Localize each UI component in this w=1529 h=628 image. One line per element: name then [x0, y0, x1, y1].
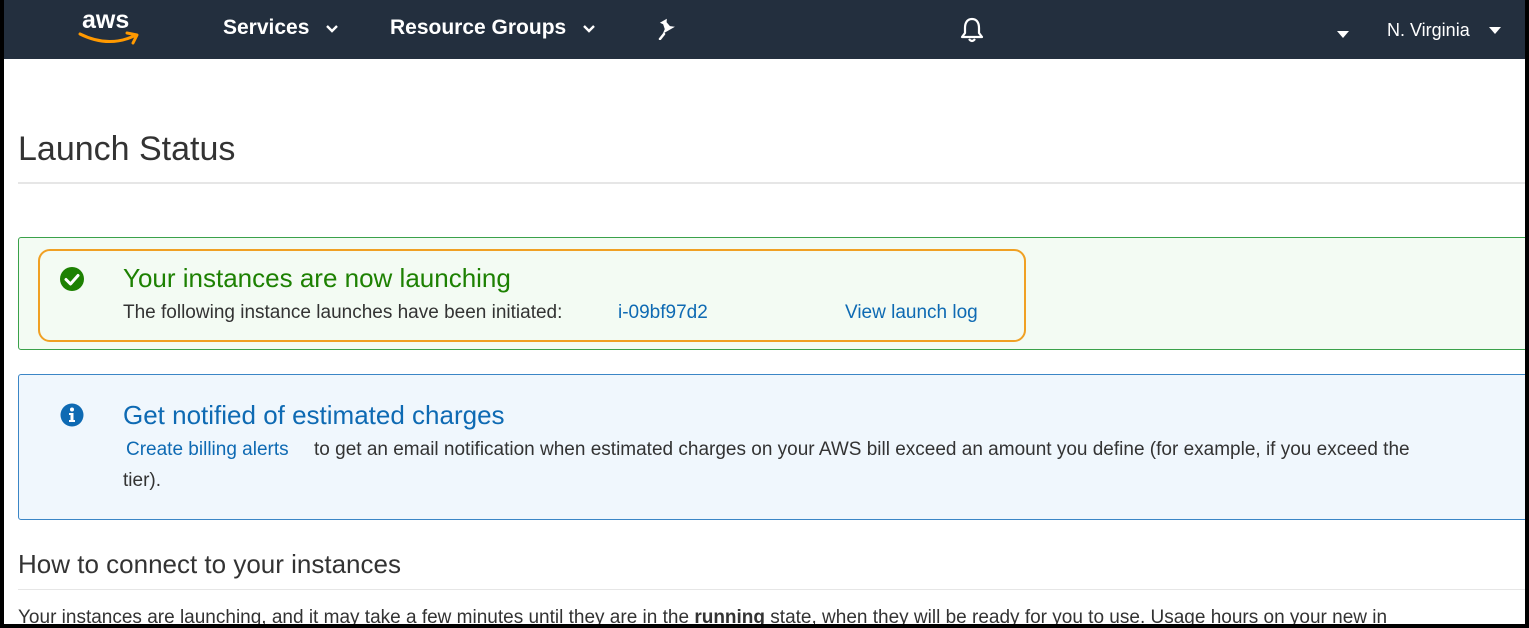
region-selector[interactable]: N. Virginia: [1387, 20, 1501, 41]
aws-smile-icon: [78, 31, 139, 45]
info-circle-icon: [60, 403, 84, 427]
connect-text-before: Your instances are launching, and it may…: [18, 607, 695, 624]
pin-icon[interactable]: [656, 18, 678, 45]
connect-text-after: state, when they will be ready for you t…: [765, 607, 1388, 624]
connect-section-title: How to connect to your instances: [18, 549, 401, 579]
title-divider: [18, 182, 1525, 184]
chevron-down-icon: [326, 25, 339, 33]
info-alert-title: Get notified of estimated charges: [123, 400, 505, 430]
notifications-bell-icon[interactable]: [959, 16, 985, 49]
success-alert-text: The following instance launches have bee…: [123, 302, 563, 323]
caret-down-icon: [1337, 31, 1349, 38]
region-label: N. Virginia: [1387, 20, 1470, 40]
info-alert-text: to get an email notification when estima…: [314, 439, 1410, 460]
caret-down-icon: [1488, 27, 1501, 35]
check-circle-icon: [60, 267, 84, 291]
page-title: Launch Status: [18, 130, 236, 168]
aws-logo[interactable]: aws: [78, 4, 148, 50]
success-alert-title: Your instances are now launching: [123, 263, 511, 293]
chevron-down-icon: [583, 25, 595, 33]
services-label: Services: [223, 16, 310, 39]
view-launch-log-link[interactable]: View launch log: [845, 302, 978, 324]
create-billing-alerts-link[interactable]: Create billing alerts: [126, 439, 289, 461]
info-alert-text-continued: tier).: [123, 470, 161, 491]
connect-section-text: Your instances are launching, and it may…: [18, 607, 1387, 624]
resource-groups-menu[interactable]: Resource Groups: [390, 16, 596, 40]
browser-frame: aws Services Resource Groups N. Virginia…: [4, 0, 1525, 624]
instance-id-link[interactable]: i-09bf97d2: [618, 302, 708, 324]
account-menu-caret[interactable]: [1337, 26, 1349, 44]
resource-groups-label: Resource Groups: [390, 16, 567, 39]
section-divider: [18, 589, 1525, 590]
top-navigation-bar: aws Services Resource Groups N. Virginia: [4, 0, 1525, 59]
services-menu[interactable]: Services: [223, 16, 339, 40]
running-state-text: running: [694, 607, 766, 624]
